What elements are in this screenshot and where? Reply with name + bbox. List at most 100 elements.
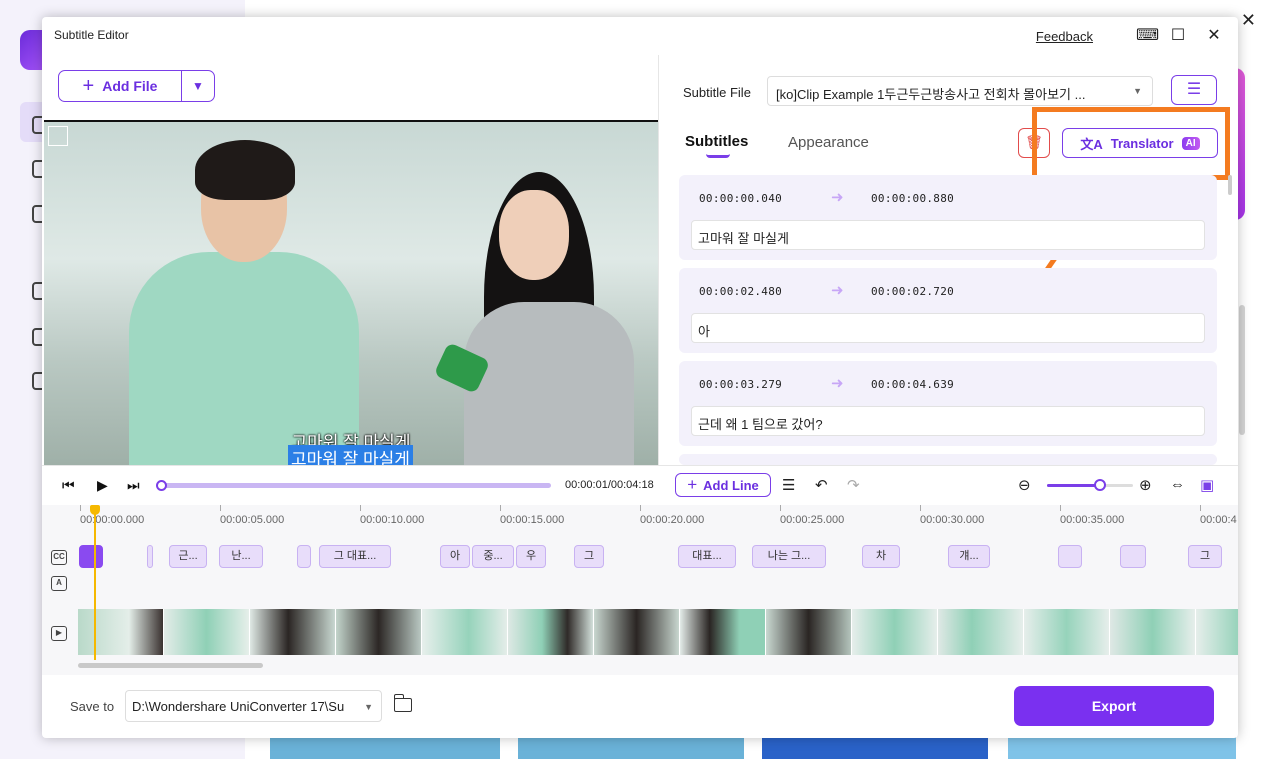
next-frame-icon[interactable]: ⏭ [127, 477, 140, 494]
ruler-tick-label: 00:00:30.000 [920, 514, 985, 526]
arrow-right-icon: ➜ [831, 282, 844, 299]
tab-subtitles[interactable]: Subtitles [685, 133, 748, 150]
arrow-right-icon: ➜ [831, 375, 844, 392]
ruler-tick-label: 00:00:35.000 [1060, 514, 1125, 526]
subtitle-clip[interactable] [1120, 545, 1146, 568]
chevron-down-icon[interactable]: ▼ [182, 79, 214, 93]
timeline[interactable]: 00:00:00.000 00:00:05.000 00:00:10.000 0… [42, 505, 1238, 675]
subtitle-clip[interactable]: 아 [440, 545, 470, 568]
subtitle-clip[interactable]: 걔... [948, 545, 990, 568]
background-scrollbar[interactable] [1239, 305, 1245, 435]
subtitle-clip[interactable]: 그 [1188, 545, 1222, 568]
plus-icon: + [687, 475, 698, 494]
fit-width-icon[interactable]: ⇔ [1170, 476, 1185, 493]
image-settings-icon[interactable]: ▣ [1200, 476, 1214, 494]
subtitle-clip[interactable] [297, 545, 311, 568]
chevron-down-icon: ▼ [364, 702, 373, 712]
ruler-tick-label: 00:00:10.000 [360, 514, 425, 526]
undo-icon[interactable]: ↶ [815, 476, 828, 494]
ruler-tick-label: 00:00:00.000 [80, 514, 145, 526]
zoom-in-icon[interactable]: ⊕ [1139, 476, 1152, 494]
subtitle-item[interactable]: 00:00:03.279 ➜ 00:00:04.639 근데 왜 1 팀으로 갔… [679, 361, 1217, 446]
timeline-scrollbar[interactable] [78, 663, 263, 668]
playback-timecode: 00:00:01/00:04:18 [565, 479, 654, 491]
video-person-right [404, 172, 644, 465]
export-button[interactable]: Export [1014, 686, 1214, 726]
save-to-label: Save to [70, 699, 115, 714]
add-line-button[interactable]: + Add Line [675, 473, 771, 497]
crop-icon[interactable] [48, 126, 68, 146]
play-icon[interactable]: ▶ [97, 477, 108, 494]
playback-progress-knob[interactable] [156, 480, 167, 491]
active-tab-indicator [706, 154, 730, 158]
ruler-tick-label: 00:00:4 [1200, 514, 1237, 526]
subtitle-list-button[interactable]: ☰ [1171, 75, 1217, 105]
subtitle-clip[interactable]: 나는 그... [752, 545, 826, 568]
timeline-ruler[interactable]: 00:00:00.000 00:00:05.000 00:00:10.000 0… [42, 505, 1238, 527]
video-preview[interactable]: 고마워 잘 마실게 고마워 잘 마실게 [44, 120, 658, 465]
subtitle-clip[interactable]: 차 [862, 545, 900, 568]
subtitle-start-time[interactable]: 00:00:00.040 [699, 192, 782, 205]
timeline-divider [42, 465, 1238, 466]
background-thumbnail[interactable] [518, 737, 744, 759]
search-subtitle-icon[interactable]: ☰ [782, 476, 795, 494]
annotation-highlight-box [1032, 107, 1230, 180]
playhead-handle[interactable] [90, 505, 100, 515]
subtitle-start-time[interactable]: 00:00:03.279 [699, 378, 782, 391]
subtitle-clip[interactable]: 우 [516, 545, 546, 568]
subtitle-end-time[interactable]: 00:00:02.720 [871, 285, 954, 298]
plus-icon: + [82, 75, 95, 97]
subtitle-end-time[interactable]: 00:00:04.639 [871, 378, 954, 391]
zoom-out-icon[interactable]: ⊖ [1018, 476, 1031, 494]
subtitle-end-time[interactable]: 00:00:00.880 [871, 192, 954, 205]
save-path-value: D:\Wondershare UniConverter 17\Su [132, 699, 345, 714]
subtitle-clip[interactable]: 근... [169, 545, 207, 568]
subtitle-clip[interactable]: 그 대표... [319, 545, 391, 568]
subtitle-list-scrollbar[interactable] [1228, 175, 1232, 195]
folder-icon[interactable] [394, 694, 412, 712]
previous-frame-icon[interactable]: ⏮ [62, 477, 75, 494]
subtitle-clip[interactable]: 중... [472, 545, 514, 568]
subtitle-track-icon: CC [51, 550, 67, 565]
ruler-tick-label: 00:00:15.000 [500, 514, 565, 526]
subtitle-clip[interactable] [147, 545, 153, 568]
subtitle-clip[interactable] [79, 545, 103, 568]
video-person-left [129, 132, 359, 465]
app-close-icon[interactable]: ✕ [1241, 10, 1256, 31]
feedback-link[interactable]: Feedback [1036, 29, 1093, 44]
subtitle-start-time[interactable]: 00:00:02.480 [699, 285, 782, 298]
subtitle-clip[interactable]: 그 [574, 545, 604, 568]
close-icon[interactable]: ✕ [1204, 26, 1224, 46]
background-thumbnail[interactable] [1008, 737, 1236, 759]
subtitle-text-field[interactable]: 고마워 잘 마실게 [691, 220, 1205, 250]
subtitle-file-select[interactable]: [ko]Clip Example 1두근두근방송사고 전회차 몰아보기 ... … [767, 76, 1153, 106]
dialog-title: Subtitle Editor [54, 28, 129, 42]
tab-appearance[interactable]: Appearance [788, 134, 869, 151]
save-path-select[interactable]: D:\Wondershare UniConverter 17\Su ▼ [125, 690, 382, 722]
background-thumbnail[interactable] [762, 737, 988, 759]
pane-divider [658, 55, 659, 465]
subtitle-clip[interactable]: 대표... [678, 545, 736, 568]
playhead[interactable] [94, 505, 96, 660]
subtitle-text-field[interactable]: 아 [691, 313, 1205, 343]
subtitle-item[interactable] [679, 454, 1217, 465]
subtitle-overlay-edited[interactable]: 고마워 잘 마실게 [288, 445, 413, 465]
subtitle-item[interactable]: 00:00:00.040 ➜ 00:00:00.880 고마워 잘 마실게 [679, 175, 1217, 260]
subtitle-editor-dialog: Subtitle Editor Feedback ⌨ ☐ ✕ + Add Fil… [42, 17, 1238, 738]
add-file-button[interactable]: + Add File ▼ [58, 70, 215, 102]
subtitle-clip[interactable]: 난... [219, 545, 263, 568]
add-file-label: Add File [102, 78, 158, 94]
keyboard-icon[interactable]: ⌨ [1136, 26, 1159, 46]
background-thumbnail[interactable] [270, 737, 500, 759]
playback-progress-bar[interactable] [158, 483, 551, 488]
maximize-icon[interactable]: ☐ [1168, 26, 1188, 46]
ruler-tick-label: 00:00:20.000 [640, 514, 705, 526]
zoom-slider-knob[interactable] [1094, 479, 1106, 491]
redo-icon[interactable]: ↷ [847, 476, 860, 494]
add-file-main[interactable]: + Add File [59, 71, 182, 101]
subtitle-clip[interactable] [1058, 545, 1082, 568]
subtitle-text-field[interactable]: 근데 왜 1 팀으로 갔어? [691, 406, 1205, 436]
subtitle-item[interactable]: 00:00:02.480 ➜ 00:00:02.720 아 [679, 268, 1217, 353]
chevron-down-icon: ▼ [1133, 86, 1142, 96]
video-filmstrip[interactable] [78, 609, 1238, 655]
